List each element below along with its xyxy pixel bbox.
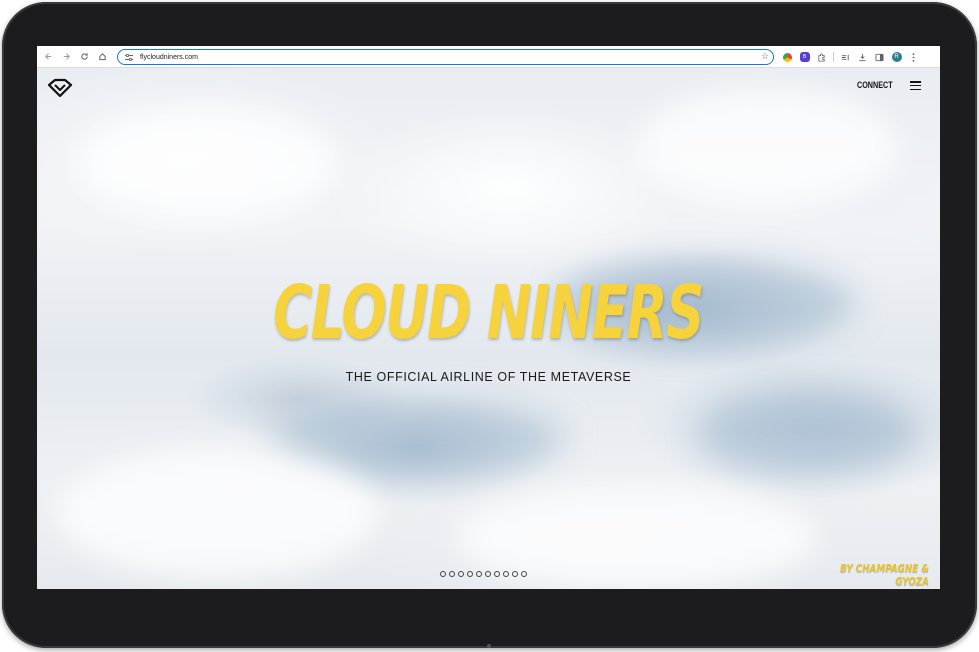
extension-purple-icon[interactable]: B: [796, 48, 813, 66]
reload-icon[interactable]: [75, 48, 93, 66]
hero-title: CLOUD NINERS: [273, 270, 704, 356]
download-icon[interactable]: [854, 48, 871, 66]
cloud-shape: [57, 448, 377, 578]
slider-dot[interactable]: [503, 571, 509, 577]
brand-logo-icon[interactable]: [47, 78, 73, 98]
back-icon[interactable]: [39, 48, 57, 66]
slider-dot[interactable]: [458, 571, 464, 577]
slider-dot[interactable]: [485, 571, 491, 577]
extension-google-icon[interactable]: [779, 48, 796, 66]
slider-dot[interactable]: [467, 571, 473, 577]
hamburger-menu-icon[interactable]: [910, 81, 921, 90]
home-icon[interactable]: [93, 48, 111, 66]
slider-dot[interactable]: [440, 571, 446, 577]
reading-list-icon[interactable]: [837, 48, 854, 66]
slider-dot[interactable]: [449, 571, 455, 577]
browser-toolbar: flycloudniners.com ☆ B R: [37, 46, 940, 68]
extensions-puzzle-icon[interactable]: [813, 48, 830, 66]
slider-pagination: [440, 571, 527, 577]
tablet-sensor: [487, 644, 491, 648]
bookmark-star-icon[interactable]: ☆: [761, 51, 769, 62]
profile-avatar[interactable]: R: [888, 48, 905, 66]
slider-dot[interactable]: [521, 571, 527, 577]
address-bar[interactable]: flycloudniners.com ☆: [117, 49, 774, 65]
hero-section: CONNECT CLOUD NINERS THE OFFICIAL AIRLIN…: [37, 68, 940, 589]
cloud-shape: [637, 88, 897, 208]
url-text[interactable]: flycloudniners.com: [140, 54, 198, 61]
side-panel-icon[interactable]: [871, 48, 888, 66]
slider-dot[interactable]: [494, 571, 500, 577]
forward-icon[interactable]: [57, 48, 75, 66]
site-settings-icon[interactable]: [122, 51, 136, 63]
hero-subtitle: THE OFFICIAL AIRLINE OF THE METAVERSE: [345, 370, 632, 384]
browser-menu-icon[interactable]: [905, 48, 922, 66]
connect-button[interactable]: CONNECT: [857, 80, 893, 90]
screen: flycloudniners.com ☆ B R CONNECT CLOUD N…: [37, 46, 940, 589]
toolbar-divider: [833, 52, 834, 62]
slider-dot[interactable]: [476, 571, 482, 577]
cloud-shape: [697, 388, 917, 478]
byline-text: BY CHAMPAGNE & GYOZA: [840, 562, 929, 588]
cloud-shape: [77, 108, 337, 218]
slider-dot[interactable]: [512, 571, 518, 577]
